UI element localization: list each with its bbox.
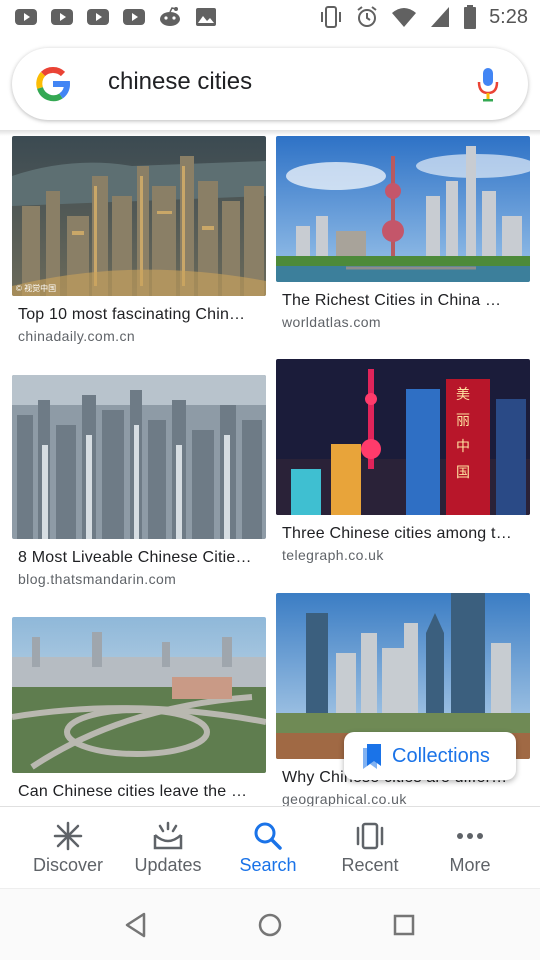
search-bar[interactable]: chinese cities <box>12 48 528 120</box>
asterisk-icon <box>53 821 83 851</box>
nav-label: Search <box>239 855 297 875</box>
microphone-icon[interactable] <box>476 66 500 102</box>
image-results-grid[interactable]: © 视觉中国 Top 10 most fascinating Chin… chi… <box>0 132 540 806</box>
nav-more[interactable]: More <box>420 807 520 889</box>
result-thumbnail[interactable] <box>276 136 530 282</box>
system-icons: 5:28 <box>319 4 528 30</box>
nav-label: Discover <box>32 855 103 875</box>
nav-search[interactable]: Search <box>218 807 318 889</box>
result-thumbnail[interactable] <box>12 375 266 539</box>
status-bar: 5:28 <box>0 0 540 36</box>
home-icon[interactable] <box>256 911 284 939</box>
youtube-icon <box>123 9 145 25</box>
nav-updates[interactable]: Updates <box>118 807 218 889</box>
back-icon[interactable] <box>122 911 150 939</box>
nav-discover[interactable]: Discover <box>18 807 118 889</box>
result-title[interactable]: Top 10 most fascinating Chin… <box>12 306 260 324</box>
search-icon <box>254 822 282 850</box>
collections-label: Collections <box>392 744 490 767</box>
result-title[interactable]: Three Chinese cities among t… <box>276 525 524 543</box>
gallery-icon <box>196 8 216 26</box>
collections-button[interactable]: Collections <box>344 732 516 780</box>
image-result-card[interactable]: Can Chinese cities leave the … <box>12 617 266 805</box>
notification-icons <box>14 6 218 28</box>
image-result-card[interactable]: © 视觉中国 Top 10 most fascinating Chin… chi… <box>12 136 266 344</box>
system-navigation-bar <box>0 888 540 960</box>
result-title[interactable]: Can Chinese cities leave the … <box>12 783 260 801</box>
overview-icon[interactable] <box>390 911 418 939</box>
image-watermark: © 视觉中国 <box>16 284 57 293</box>
result-source: blog.thatsmandarin.com <box>18 571 177 587</box>
signal-icon <box>431 7 450 27</box>
bookmark-stack-icon <box>363 744 381 769</box>
nav-label: Updates <box>134 855 202 875</box>
nav-label: Recent <box>341 855 399 875</box>
wifi-icon <box>392 8 417 27</box>
result-thumbnail[interactable]: 美 丽 中 国 <box>276 359 530 515</box>
nav-recent[interactable]: Recent <box>320 807 420 889</box>
image-result-card[interactable]: 8 Most Liveable Chinese Citie… blog.that… <box>12 375 266 587</box>
image-result-card[interactable]: 美 丽 中 国 Three Chinese cities among t… te… <box>276 359 530 563</box>
google-logo-icon <box>36 67 70 102</box>
updates-icon <box>153 821 183 850</box>
result-source: telegraph.co.uk <box>282 547 384 563</box>
battery-icon <box>464 5 477 29</box>
result-source: geographical.co.uk <box>282 791 407 806</box>
youtube-icon <box>87 9 109 25</box>
result-source: chinadaily.com.cn <box>18 328 136 344</box>
svg-text:中: 中 <box>456 439 470 455</box>
svg-text:丽: 丽 <box>456 413 470 429</box>
recent-icon <box>356 822 384 850</box>
result-title[interactable]: The Richest Cities in China … <box>276 292 524 310</box>
youtube-icon <box>51 9 73 25</box>
more-icon <box>457 833 483 839</box>
svg-text:国: 国 <box>456 465 470 481</box>
bottom-navigation: Discover Updates Search Recent More <box>0 806 540 888</box>
search-input[interactable]: chinese cities <box>108 68 252 96</box>
result-source: worldatlas.com <box>282 314 381 330</box>
nav-label: More <box>449 855 491 875</box>
image-result-card[interactable]: The Richest Cities in China … worldatlas… <box>276 136 530 330</box>
youtube-icon <box>15 9 37 25</box>
svg-text:美: 美 <box>456 387 470 403</box>
vibrate-icon <box>321 6 342 28</box>
result-thumbnail[interactable] <box>12 617 266 773</box>
clock: 5:28 <box>489 5 528 28</box>
result-thumbnail[interactable]: © 视觉中国 <box>12 136 266 296</box>
alarm-icon <box>357 6 377 27</box>
result-title[interactable]: 8 Most Liveable Chinese Citie… <box>12 549 260 567</box>
reddit-icon <box>160 7 180 26</box>
